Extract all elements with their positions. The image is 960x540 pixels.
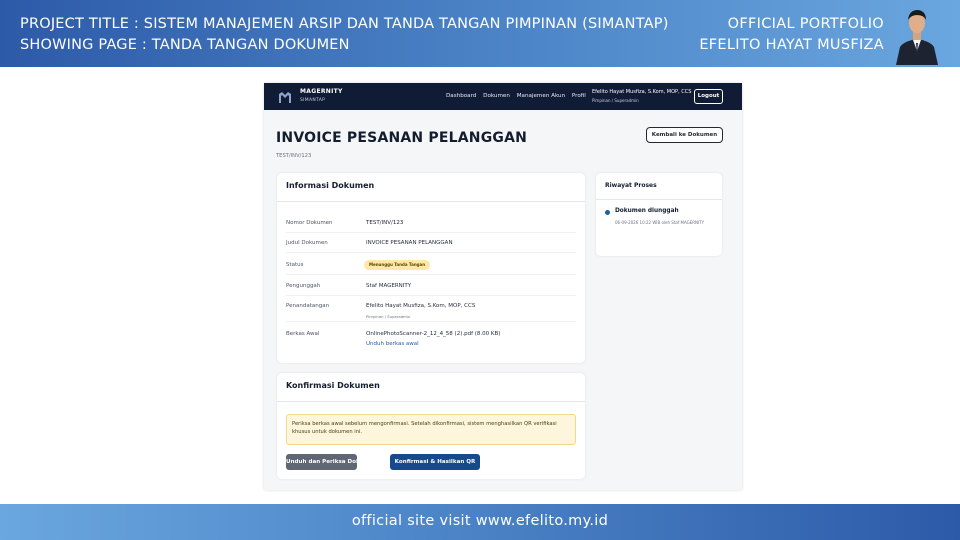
brand-logo-icon — [278, 89, 292, 103]
nav-dokumen[interactable]: Dokumen — [483, 93, 510, 99]
nav-profil[interactable]: Profil — [572, 93, 586, 99]
footer-banner: official site visit www.efelito.my.id — [0, 504, 960, 540]
signer-role: Pimpinan / Superadmin — [366, 314, 411, 319]
nav-manajemen-akun[interactable]: Manajemen Akun — [517, 93, 565, 99]
user-name: Efelito Hayat Musfiza, S.Kom, MOP, CCS — [592, 89, 692, 95]
project-title: PROJECT TITLE : SISTEM MANAJEMEN ARSIP D… — [20, 16, 669, 32]
status-badge: Menunggu Tanda Tangan — [364, 260, 431, 270]
footer-text: official site visit www.efelito.my.id — [351, 513, 609, 529]
info-value: Staf MAGERNITY — [366, 283, 412, 289]
info-row: Penandatangan Efelito Hayat Musfiza, S.K… — [286, 303, 576, 322]
showing-page: SHOWING PAGE : TANDA TANGAN DOKUMEN — [20, 37, 350, 53]
page-title: INVOICE PESANAN PELANGGAN — [276, 130, 528, 146]
author-avatar — [892, 3, 942, 65]
top-banner: PROJECT TITLE : SISTEM MANAJEMEN ARSIP D… — [0, 0, 960, 67]
history-item-meta: 06-09-2026 10:22 WIB oleh Staf MAGERNITY — [615, 220, 705, 225]
document-number: TEST/INV/123 — [276, 153, 312, 159]
info-row: Pengunggah Staf MAGERNITY — [286, 283, 576, 296]
timeline-dot-icon — [605, 210, 610, 215]
divider — [277, 401, 585, 402]
brand-name: MAGERNITY — [300, 88, 343, 95]
navbar: MAGERNITY SIMANTAP Dashboard Dokumen Man… — [264, 83, 742, 110]
brand-subtitle: SIMANTAP — [300, 98, 326, 103]
divider — [277, 201, 585, 202]
author-name: EFELITO HAYAT MUSFIZA — [699, 37, 884, 53]
info-value: TEST/INV/123 — [366, 220, 404, 226]
info-label: Penandatangan — [286, 303, 330, 309]
history-card-title: Riwayat Proses — [605, 182, 657, 189]
info-label: Judul Dokumen — [286, 240, 328, 246]
history-item-title: Dokumen diunggah — [615, 208, 679, 214]
confirm-notice: Periksa berkas awal sebelum mengonfirmas… — [286, 414, 576, 445]
info-label: Status — [286, 262, 304, 268]
info-label: Berkas Awal — [286, 331, 320, 337]
confirm-generate-qr-button[interactable]: Konfirmasi & Hasilkan QR — [390, 454, 480, 470]
app-window: MAGERNITY SIMANTAP Dashboard Dokumen Man… — [264, 83, 742, 490]
info-label: Pengunggah — [286, 283, 321, 289]
info-value: INVOICE PESANAN PELANGGAN — [366, 240, 453, 246]
divider — [596, 199, 722, 200]
info-value: OnlinePhotoScanner-2_12_4_58 (2).pdf (8.… — [366, 331, 501, 337]
download-original-link[interactable]: Unduh berkas awal — [366, 341, 419, 347]
info-row: Judul Dokumen INVOICE PESANAN PELANGGAN — [286, 240, 576, 253]
confirm-card: Konfirmasi Dokumen Periksa berkas awal s… — [277, 373, 585, 479]
info-row: Berkas Awal OnlinePhotoScanner-2_12_4_58… — [286, 331, 576, 351]
download-check-button[interactable]: Unduh dan Periksa Dokumen — [286, 454, 377, 470]
nav-dashboard[interactable]: Dashboard — [446, 93, 476, 99]
info-label: Nomor Dokumen — [286, 220, 333, 226]
history-card: Riwayat Proses Dokumen diunggah 06-09-20… — [596, 173, 722, 256]
back-to-documents-button[interactable]: Kembali ke Dokumen — [646, 127, 723, 143]
info-card-title: Informasi Dokumen — [286, 181, 375, 190]
info-value: Efelito Hayat Musfiza, S.Kom, MOP, CCS — [366, 303, 476, 309]
document-info-card: Informasi Dokumen Nomor Dokumen TEST/INV… — [277, 173, 585, 363]
user-role: Pimpinan / Superadmin — [592, 98, 639, 103]
logout-button[interactable]: Logout — [694, 89, 723, 104]
info-row: Status Menunggu Tanda Tangan — [286, 260, 576, 275]
confirm-card-title: Konfirmasi Dokumen — [286, 381, 380, 390]
portfolio-label: OFFICIAL PORTFOLIO — [727, 16, 884, 32]
nav-links: Dashboard Dokumen Manajemen Akun Profil — [446, 93, 591, 99]
info-row: Nomor Dokumen TEST/INV/123 — [286, 220, 576, 233]
